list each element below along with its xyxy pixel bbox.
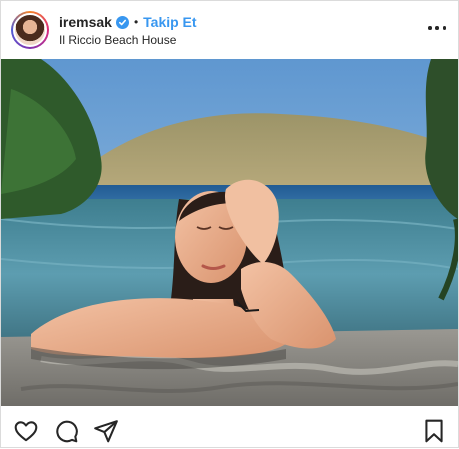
comment-icon[interactable] bbox=[53, 418, 79, 444]
more-options-icon[interactable] bbox=[428, 19, 446, 37]
action-bar bbox=[1, 406, 458, 448]
post-photo-image bbox=[1, 59, 458, 406]
username[interactable]: iremsak bbox=[59, 14, 112, 30]
share-icon[interactable] bbox=[93, 418, 119, 444]
separator-dot: • bbox=[133, 15, 139, 29]
verified-badge-icon bbox=[115, 15, 129, 29]
bookmark-icon[interactable] bbox=[421, 418, 447, 444]
user-row: iremsak • Takip Et bbox=[59, 13, 197, 31]
follow-button[interactable]: Takip Et bbox=[143, 14, 196, 30]
post-header: iremsak • Takip Et Il Riccio Beach House bbox=[1, 1, 458, 59]
location-link[interactable]: Il Riccio Beach House bbox=[59, 33, 176, 47]
post-photo[interactable] bbox=[1, 59, 458, 406]
heart-icon[interactable] bbox=[13, 418, 39, 444]
story-ring[interactable] bbox=[11, 11, 49, 49]
avatar[interactable] bbox=[13, 13, 47, 47]
instagram-post: iremsak • Takip Et Il Riccio Beach House bbox=[0, 0, 459, 448]
